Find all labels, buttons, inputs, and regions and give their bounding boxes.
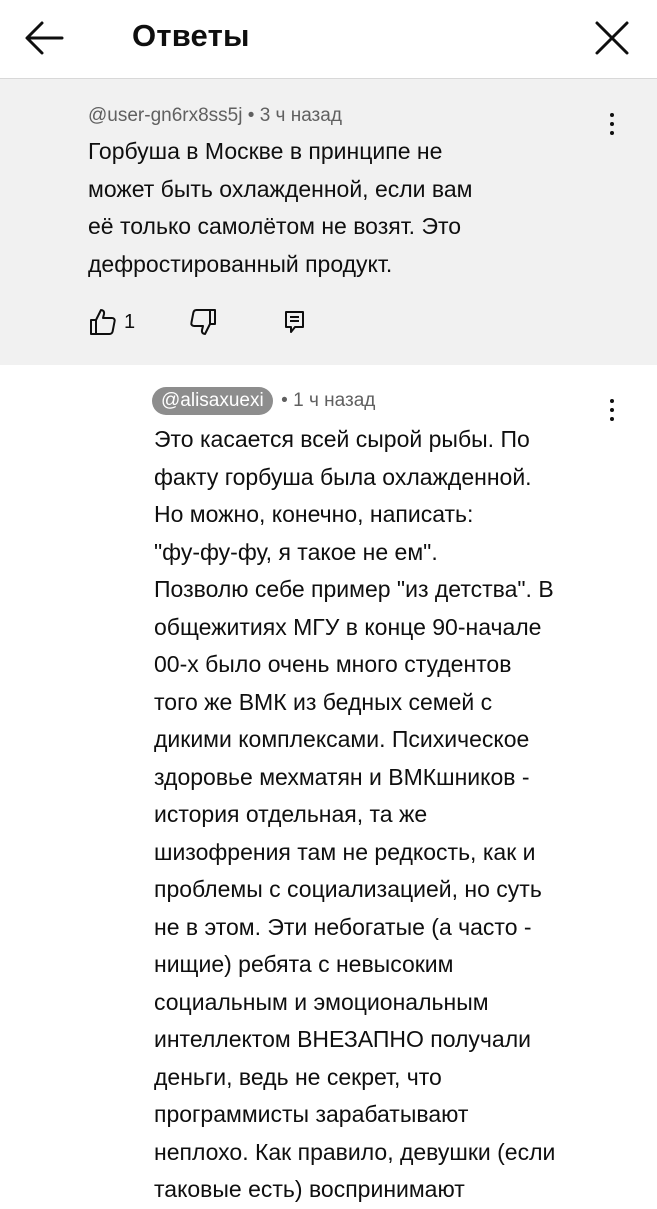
reply-text: Это касается всей сырой рыбы. По факту г… [154, 426, 556, 1202]
meta-separator: • [247, 105, 255, 126]
app-header: Ответы [0, 0, 657, 79]
parent-comment-meta: @user-gn6rx8ss5j • 3 ч назад [88, 103, 342, 129]
close-icon[interactable] [590, 16, 634, 60]
like-count: 1 [124, 311, 136, 333]
author-handle[interactable]: @user-gn6rx8ss5j [88, 105, 242, 126]
reply-meta-text: • 1 ч назад [281, 388, 375, 414]
thumb-down-icon[interactable] [188, 307, 218, 337]
arrow-left-icon[interactable] [22, 18, 66, 58]
meta-separator: • [281, 390, 288, 411]
author-handle-chip[interactable]: @alisaxuexi [152, 387, 273, 415]
comment-time: 3 ч назад [259, 105, 342, 126]
reply-meta: @alisaxuexi • 1 ч назад [152, 387, 375, 417]
more-vert-icon[interactable] [607, 113, 617, 143]
reply-comment: @alisaxuexi • 1 ч назад Это касается все… [0, 365, 657, 1202]
page-title: Ответы [132, 18, 250, 53]
parent-comment: @user-gn6rx8ss5j • 3 ч назад Горбуша в М… [0, 79, 657, 365]
reply-icon[interactable] [282, 309, 308, 335]
thumb-up-icon[interactable] [88, 307, 118, 337]
comment-time: 1 ч назад [293, 390, 376, 411]
comment-text: Горбуша в Москве в принципе не может быт… [88, 138, 473, 277]
